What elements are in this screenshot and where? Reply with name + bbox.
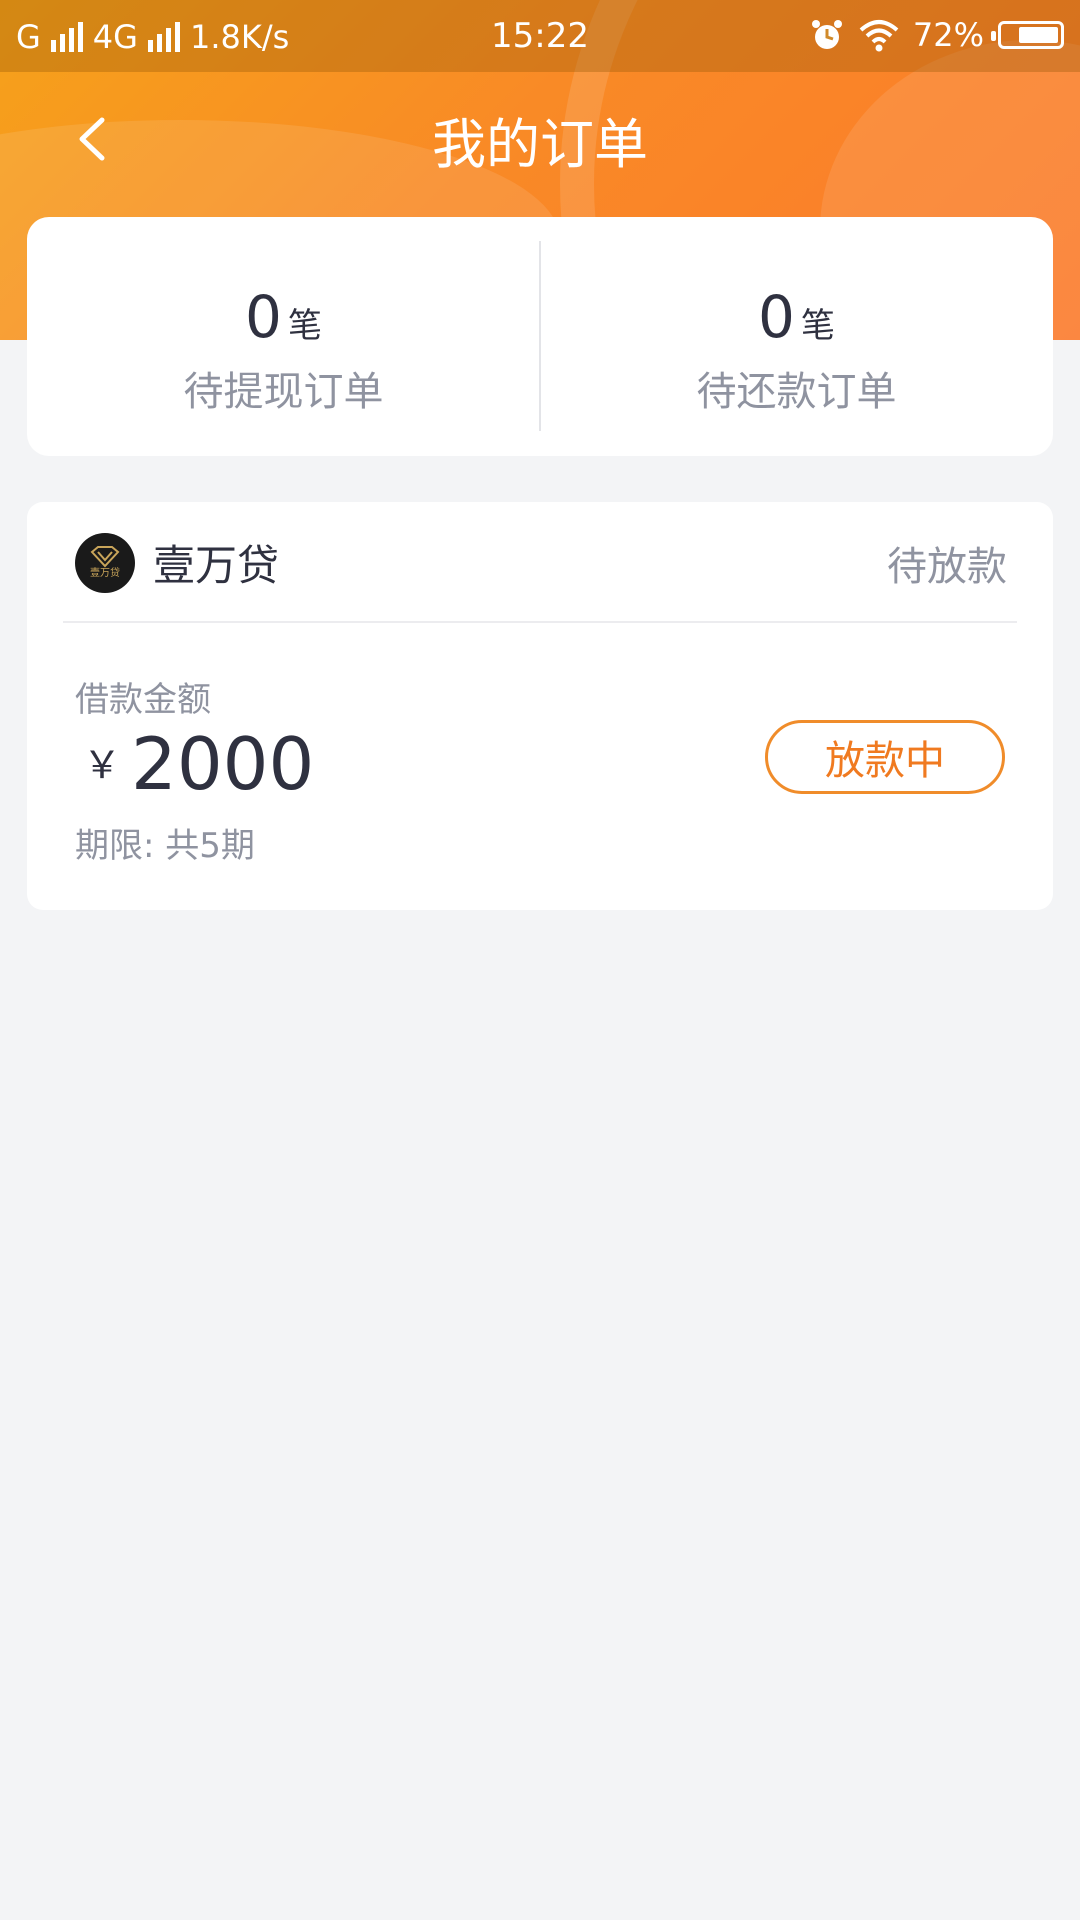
wifi-icon <box>859 20 899 52</box>
pending-withdraw-count-row: 0笔 <box>27 283 540 351</box>
pending-withdraw-count: 0 <box>245 283 282 351</box>
loan-term: 期限: 共5期 <box>75 826 255 866</box>
order-status: 待放款 <box>887 544 1007 590</box>
pending-repay-count-row: 0笔 <box>540 283 1053 351</box>
disbursing-button[interactable]: 放款中 <box>765 720 1005 794</box>
battery-percent: 72% <box>912 16 984 54</box>
currency-symbol: ￥ <box>83 743 122 787</box>
alarm-icon <box>811 20 842 49</box>
amount-row: ￥ 2000 <box>83 724 314 804</box>
pending-repay-summary[interactable]: 0笔 待还款订单 <box>540 217 1053 456</box>
amount-label: 借款金额 <box>75 680 211 720</box>
pending-repay-count: 0 <box>758 283 795 351</box>
page-title: 我的订单 <box>432 113 648 176</box>
nav-bar: 我的订单 <box>0 72 1080 200</box>
logo-text: 壹万贷 <box>90 568 120 579</box>
order-summary-card: 0笔 待提现订单 0笔 待还款订单 <box>27 217 1053 456</box>
pending-withdraw-summary[interactable]: 0笔 待提现订单 <box>27 217 540 456</box>
count-unit: 笔 <box>800 306 835 346</box>
pending-withdraw-label: 待提现订单 <box>183 369 384 415</box>
lender-logo: 壹万贷 <box>75 533 135 593</box>
battery-icon <box>991 21 1064 49</box>
status-bar: G 4G 1.8K/s 15:22 72% <box>0 0 1080 72</box>
status-bar-right: 72% <box>809 16 1064 54</box>
loan-amount: 2000 <box>131 722 315 806</box>
order-card[interactable]: 壹万贷 壹万贷 待放款 借款金额 ￥ 2000 期限: 共5期 放款中 <box>27 502 1053 910</box>
divider <box>63 621 1017 623</box>
lender-name: 壹万贷 <box>153 541 280 590</box>
count-unit: 笔 <box>287 306 322 346</box>
battery-fill <box>1019 27 1058 43</box>
diamond-icon <box>90 546 120 568</box>
pending-repay-label: 待还款订单 <box>696 369 897 415</box>
